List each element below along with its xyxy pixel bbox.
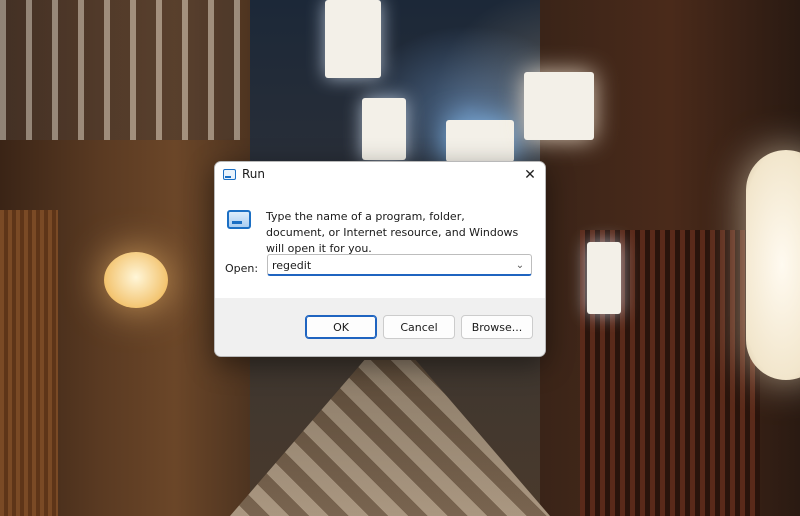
cancel-button[interactable]: Cancel — [383, 315, 455, 339]
wallpaper-lantern — [104, 252, 168, 308]
run-dialog: Run ✕ Type the name of a program, folder… — [214, 161, 546, 357]
open-combobox[interactable]: ⌄ — [267, 254, 532, 276]
wallpaper-sign — [524, 72, 594, 140]
open-input[interactable] — [272, 257, 507, 273]
chevron-down-icon[interactable]: ⌄ — [513, 257, 527, 273]
open-label: Open: — [225, 262, 259, 275]
run-icon — [223, 169, 236, 180]
ok-button[interactable]: OK — [305, 315, 377, 339]
dialog-title: Run — [242, 167, 266, 181]
wallpaper-sign — [325, 0, 381, 78]
wallpaper-sign — [587, 242, 621, 314]
wallpaper-alley-ground — [230, 360, 550, 516]
close-button[interactable]: ✕ — [515, 162, 545, 188]
wallpaper-sign — [362, 98, 406, 160]
wallpaper-sign — [446, 120, 514, 162]
close-icon: ✕ — [524, 167, 536, 183]
dialog-content: Type the name of a program, folder, docu… — [215, 188, 545, 298]
dialog-description: Type the name of a program, folder, docu… — [266, 210, 519, 255]
dialog-titlebar[interactable]: Run ✕ — [215, 162, 545, 188]
browse-button[interactable]: Browse... — [461, 315, 533, 339]
dialog-footer: OK Cancel Browse... — [215, 298, 545, 356]
wallpaper-lantern — [746, 150, 800, 380]
run-program-icon — [227, 210, 251, 229]
